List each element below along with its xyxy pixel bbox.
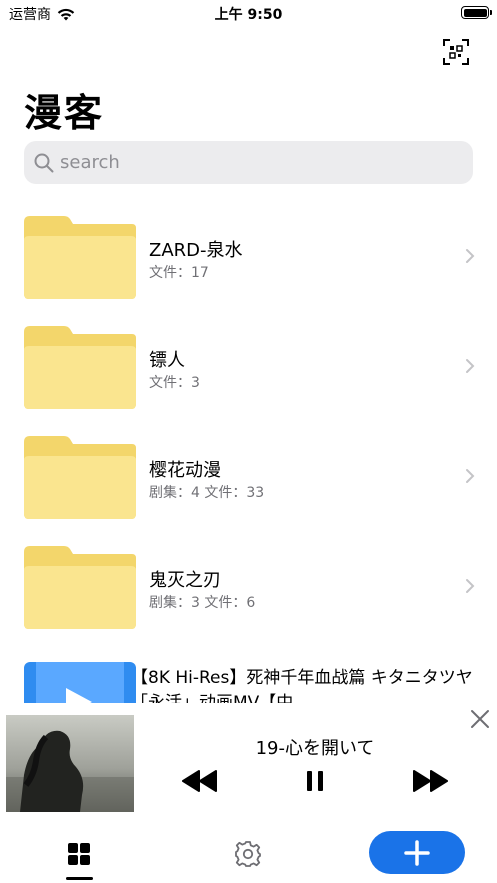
- search-bar[interactable]: [24, 141, 473, 184]
- folder-icon: [24, 326, 136, 409]
- mini-player[interactable]: 19-心を開いて: [0, 703, 497, 815]
- folder-icon: [24, 436, 136, 519]
- list-item[interactable]: 樱花动漫 剧集：4 文件：33: [0, 432, 497, 542]
- pause-icon[interactable]: [305, 769, 325, 793]
- track-title: 19-心を開いて: [255, 738, 375, 759]
- folder-list: ZARD-泉水 文件：17 镖人 文件：3 樱花动漫 剧集：4 文件：33 鬼灭…: [0, 212, 497, 652]
- chevron-right-icon: [466, 359, 475, 373]
- folder-meta: 剧集：3 文件：6: [149, 595, 256, 611]
- folder-icon: [24, 216, 136, 299]
- active-tab-indicator: [66, 877, 93, 880]
- chevron-right-icon: [466, 249, 475, 263]
- status-bar: 运营商 上午 9:50: [0, 0, 497, 26]
- add-button[interactable]: [369, 831, 465, 874]
- list-item[interactable]: ZARD-泉水 文件：17: [0, 212, 497, 322]
- chevron-right-icon: [466, 579, 475, 593]
- folder-title: 鬼灭之刃: [149, 570, 221, 591]
- page-title: 漫客: [24, 91, 105, 135]
- qr-scan-icon[interactable]: [442, 38, 470, 66]
- status-time: 上午 9:50: [214, 7, 283, 23]
- album-art: [6, 715, 134, 812]
- list-item[interactable]: 镖人 文件：3: [0, 322, 497, 432]
- folder-title: 樱花动漫: [149, 460, 221, 481]
- folder-icon: [24, 546, 136, 629]
- fast-forward-icon[interactable]: [412, 769, 448, 793]
- search-icon: [34, 153, 54, 172]
- plus-icon: [404, 839, 430, 866]
- list-item[interactable]: 鬼灭之刃 剧集：3 文件：6: [0, 542, 497, 652]
- grid-icon[interactable]: [67, 842, 91, 866]
- folder-title: ZARD-泉水: [149, 240, 243, 261]
- folder-meta: 剧集：4 文件：33: [149, 485, 265, 501]
- folder-meta: 文件：3: [149, 375, 200, 391]
- rewind-icon[interactable]: [182, 769, 218, 793]
- chevron-right-icon: [466, 469, 475, 483]
- battery-icon: [461, 6, 492, 19]
- search-input[interactable]: [60, 152, 440, 173]
- folder-meta: 文件：17: [149, 265, 209, 281]
- gear-icon[interactable]: [234, 840, 262, 868]
- tab-bar: [0, 815, 497, 883]
- folder-title: 镖人: [149, 350, 185, 371]
- close-icon[interactable]: [469, 708, 491, 730]
